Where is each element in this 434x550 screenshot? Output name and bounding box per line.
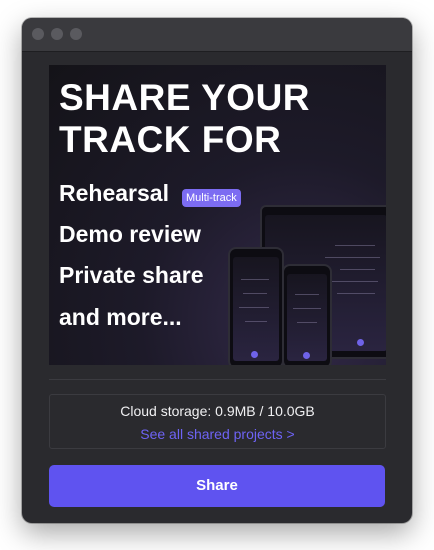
multi-track-badge: Multi-track: [182, 189, 241, 207]
minimize-window-button[interactable]: [51, 28, 63, 40]
phone-mockup-image: [282, 264, 332, 365]
promo-banner: SHARE YOUR TRACK FOR Rehearsal Demo revi…: [49, 65, 386, 365]
use-case-item: Rehearsal: [59, 180, 169, 206]
use-case-item: and more...: [59, 304, 182, 330]
zoom-window-button[interactable]: [70, 28, 82, 40]
share-window: SHARE YOUR TRACK FOR Rehearsal Demo revi…: [22, 18, 412, 523]
title-bar: [22, 18, 412, 52]
promo-title: SHARE YOUR TRACK FOR: [59, 77, 311, 160]
close-window-button[interactable]: [32, 28, 44, 40]
use-case-item: Demo review: [59, 221, 201, 247]
divider: [49, 379, 386, 380]
phone-mockup-image: [228, 247, 284, 365]
use-case-item: Private share: [59, 262, 204, 288]
cloud-storage-panel: Cloud storage: 0.9MB / 10.0GB See all sh…: [49, 394, 386, 449]
cloud-storage-usage: Cloud storage: 0.9MB / 10.0GB: [120, 403, 315, 419]
see-all-shared-projects-link[interactable]: See all shared projects >: [50, 425, 385, 443]
share-button[interactable]: Share: [49, 465, 385, 507]
